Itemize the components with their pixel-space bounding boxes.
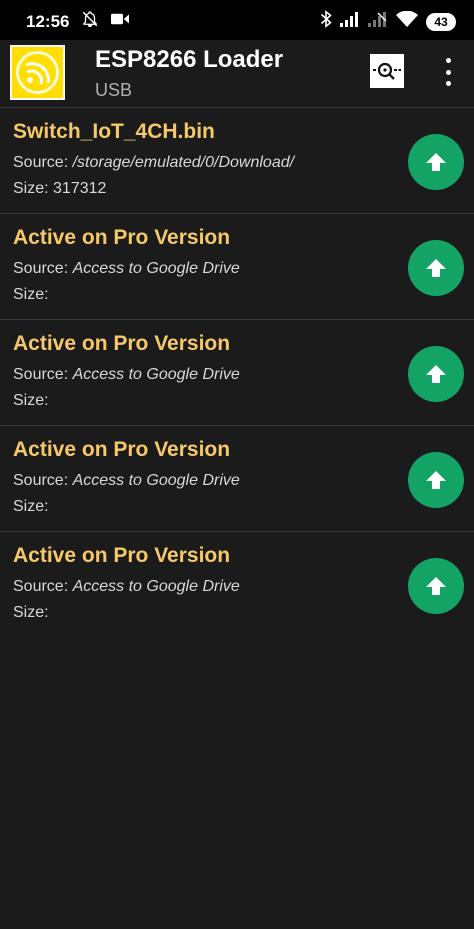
file-list: Switch_IoT_4CH.bin Source: /storage/emul… [0,108,474,638]
video-icon [111,12,130,31]
file-name: Active on Pro Version [13,226,231,249]
app-subtitle: USB [95,80,133,100]
scan-button[interactable] [370,54,404,88]
arrow-up-icon [426,471,446,489]
arrow-up-icon [426,365,446,383]
file-size: Size: [13,392,49,409]
file-source: Source: Access to Google Drive [13,472,240,489]
bluetooth-icon [320,10,332,33]
app-logo [10,45,65,100]
file-name: Switch_IoT_4CH.bin [13,120,215,143]
wifi-icon [396,10,418,32]
list-item[interactable]: Active on Pro Version Source: Access to … [0,426,474,532]
arrow-up-icon [426,577,446,595]
list-item[interactable]: Active on Pro Version Source: Access to … [0,532,474,638]
battery-icon: 43 [426,12,456,31]
dnd-icon [81,10,99,33]
file-size: Size: [13,286,49,303]
file-source: Source: Access to Google Drive [13,260,240,277]
status-time: 12:56 [26,11,70,31]
more-vert-icon[interactable] [436,58,460,86]
list-item[interactable]: Active on Pro Version Source: Access to … [0,320,474,426]
upload-button[interactable] [408,346,464,402]
file-source: Source: Access to Google Drive [13,366,240,383]
upload-button[interactable] [408,134,464,190]
file-name: Active on Pro Version [13,544,231,567]
file-size: Size: 317312 [13,180,107,197]
list-item[interactable]: Active on Pro Version Source: Access to … [0,214,474,320]
status-bar: 12:56 43 [0,0,474,40]
file-source: Source: /storage/emulated/0/Download/ [13,154,295,171]
app-title: ESP8266 Loader [95,46,284,73]
file-size: Size: [13,498,49,515]
app-bar: ESP8266 Loader USB [0,40,474,108]
upload-button[interactable] [408,240,464,296]
file-size: Size: [13,604,49,621]
arrow-up-icon [426,153,446,171]
upload-button[interactable] [408,558,464,614]
signal-icon [340,11,360,32]
scan-icon [373,62,401,80]
file-source: Source: Access to Google Drive [13,578,240,595]
signal-icon [368,11,388,32]
upload-button[interactable] [408,452,464,508]
arrow-up-icon [426,259,446,277]
file-name: Active on Pro Version [13,438,231,461]
list-item[interactable]: Switch_IoT_4CH.bin Source: /storage/emul… [0,108,474,214]
file-name: Active on Pro Version [13,332,231,355]
battery-level: 43 [434,14,448,29]
